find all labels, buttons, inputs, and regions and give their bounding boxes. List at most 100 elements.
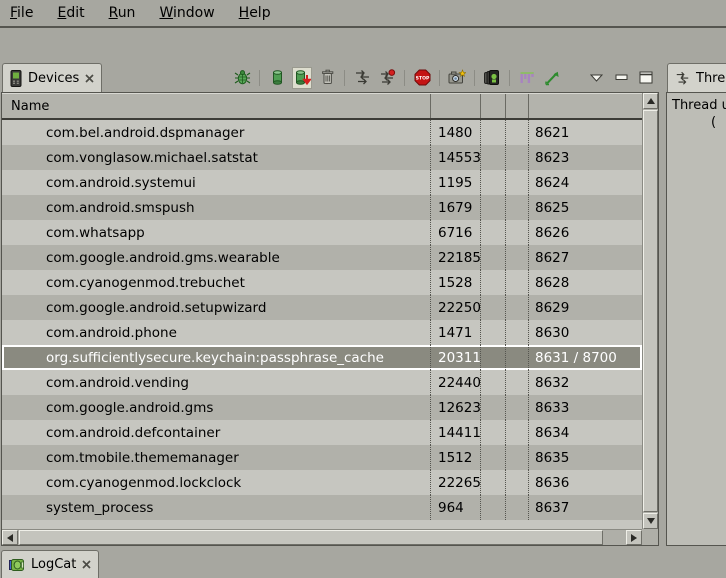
main-toolbar-strip — [0, 28, 726, 60]
vertical-scrollbar[interactable] — [642, 93, 658, 529]
thread-status-cell — [505, 445, 528, 470]
menu-help[interactable]: Help — [239, 5, 271, 21]
table-row[interactable]: com.google.android.setupwizard222508629 — [2, 295, 642, 320]
close-icon[interactable] — [85, 74, 94, 83]
thread-status-cell — [505, 245, 528, 270]
table-row[interactable]: com.cyanogenmod.lockclock222658636 — [2, 470, 642, 495]
process-name: com.tmobile.thememanager — [2, 445, 430, 470]
opengl-trace-icon[interactable] — [542, 67, 562, 89]
table-row[interactable]: com.cyanogenmod.trebuchet15288628 — [2, 270, 642, 295]
threads-icon — [675, 71, 690, 86]
maximize-icon[interactable] — [636, 67, 656, 89]
heap-status-cell — [480, 270, 505, 295]
toolbar-separator — [509, 70, 510, 86]
process-pid: 1195 — [430, 170, 480, 195]
table-row[interactable]: com.android.systemui11958624 — [2, 170, 642, 195]
tab-logcat[interactable]: LogCat — [1, 550, 99, 578]
thread-status-cell — [505, 220, 528, 245]
process-name: com.android.defcontainer — [2, 420, 430, 445]
toolbar-separator — [259, 70, 260, 86]
scroll-right-button[interactable] — [626, 530, 642, 545]
process-name: com.android.vending — [2, 370, 430, 395]
process-pid: 22440 — [430, 370, 480, 395]
table-row[interactable]: com.android.phone14718630 — [2, 320, 642, 345]
screen-capture-icon[interactable] — [447, 67, 467, 89]
process-pid: 20311 — [430, 345, 480, 370]
table-row[interactable]: com.google.android.gms.wearable221858627 — [2, 245, 642, 270]
process-pid: 1471 — [430, 320, 480, 345]
device-table-body: com.bel.android.dspmanager14808621com.vo… — [2, 120, 642, 529]
system-trace-icon[interactable] — [517, 67, 537, 89]
thread-status-cell — [505, 495, 528, 520]
heap-status-cell — [480, 420, 505, 445]
dump-hprof-icon[interactable] — [292, 67, 312, 89]
view-menu-icon[interactable] — [586, 67, 606, 89]
debug-process-icon[interactable] — [232, 67, 252, 89]
process-port: 8631 / 8700 — [528, 345, 642, 370]
thread-status-cell — [505, 145, 528, 170]
update-threads-icon[interactable] — [352, 67, 372, 89]
table-row[interactable]: com.bel.android.dspmanager14808621 — [2, 120, 642, 145]
process-pid: 22185 — [430, 245, 480, 270]
stop-process-icon[interactable]: STOP — [412, 67, 432, 89]
table-row[interactable]: system_process9648637 — [2, 495, 642, 520]
process-name: org.sufficientlysecure.keychain:passphra… — [2, 345, 430, 370]
column-header-heap[interactable] — [480, 94, 505, 118]
horizontal-scrollbar[interactable] — [2, 529, 642, 545]
column-header-name[interactable]: Name — [2, 94, 430, 118]
start-method-profiling-icon[interactable] — [377, 67, 397, 89]
menu-window[interactable]: Window — [159, 5, 214, 21]
tab-devices[interactable]: Devices — [2, 63, 102, 93]
horizontal-scrollbar-thumb[interactable] — [19, 530, 603, 545]
column-header-pid[interactable] — [430, 94, 480, 118]
scroll-up-button[interactable] — [643, 93, 658, 109]
capture-screens-icon[interactable] — [482, 67, 502, 89]
table-row[interactable]: com.android.vending224408632 — [2, 370, 642, 395]
cause-gc-icon[interactable] — [317, 67, 337, 89]
phone-icon — [10, 70, 22, 87]
process-port: 8623 — [528, 145, 642, 170]
tab-threads[interactable]: Threa — [667, 63, 726, 93]
table-row[interactable]: com.android.smspush16798625 — [2, 195, 642, 220]
update-heap-icon[interactable] — [267, 67, 287, 89]
table-row[interactable]: com.tmobile.thememanager15128635 — [2, 445, 642, 470]
process-pid: 964 — [430, 495, 480, 520]
scroll-down-button[interactable] — [643, 513, 658, 529]
process-name: com.whatsapp — [2, 220, 430, 245]
menu-edit[interactable]: Edit — [57, 5, 84, 21]
table-row[interactable]: com.whatsapp67168626 — [2, 220, 642, 245]
menu-file[interactable]: File — [10, 5, 33, 21]
table-row[interactable]: com.vonglasow.michael.satstat145538623 — [2, 145, 642, 170]
heap-status-cell — [480, 370, 505, 395]
threads-panel: Threa Thread up ( — [666, 61, 726, 546]
process-name: com.google.android.gms.wearable — [2, 245, 430, 270]
process-pid: 12623 — [430, 395, 480, 420]
process-port: 8637 — [528, 495, 642, 520]
devices-tab-label: Devices — [28, 71, 79, 86]
thread-status-cell — [505, 295, 528, 320]
horizontal-scrollbar-track[interactable] — [18, 530, 626, 545]
process-name: com.bel.android.dspmanager — [2, 120, 430, 145]
process-pid: 22250 — [430, 295, 480, 320]
table-row[interactable]: com.android.defcontainer14411 8634 — [2, 420, 642, 445]
column-header-threads[interactable] — [505, 94, 528, 118]
scroll-left-button[interactable] — [2, 530, 18, 545]
vertical-scrollbar-thumb[interactable] — [643, 110, 658, 512]
toolbar-separator — [404, 70, 405, 86]
minimize-icon[interactable] — [611, 67, 631, 89]
table-row[interactable]: com.google.android.gms126238633 — [2, 395, 642, 420]
triangle-left-icon — [7, 534, 13, 542]
thread-status-cell — [505, 120, 528, 145]
table-row[interactable]: org.sufficientlysecure.keychain:passphra… — [2, 345, 642, 370]
menu-run[interactable]: Run — [109, 5, 136, 21]
device-table-header: Name — [2, 93, 642, 120]
process-pid: 14553 — [430, 145, 480, 170]
process-port: 8634 — [528, 420, 642, 445]
column-header-port[interactable] — [528, 94, 642, 118]
process-port: 8624 — [528, 170, 642, 195]
thread-status-cell — [505, 370, 528, 395]
close-icon[interactable] — [82, 560, 91, 569]
process-pid: 14411 — [430, 420, 480, 445]
scrollbar-corner — [642, 529, 658, 545]
heap-status-cell — [480, 345, 505, 370]
